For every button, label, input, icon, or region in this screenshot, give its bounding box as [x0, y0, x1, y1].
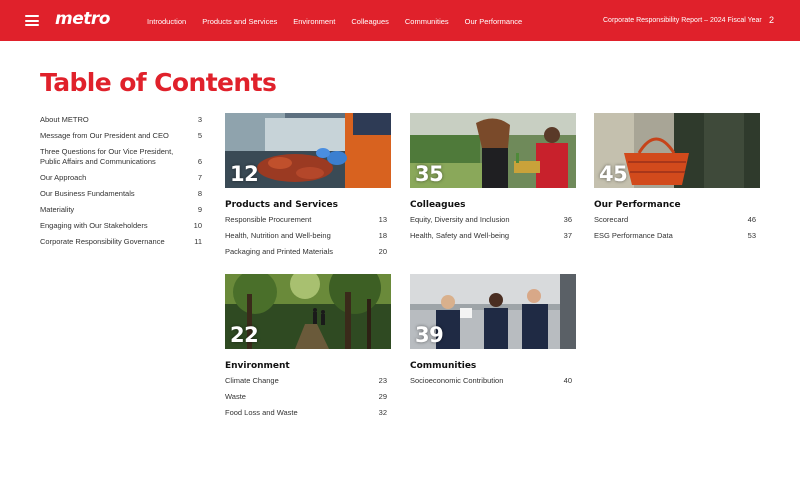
- nav-colleagues[interactable]: Colleagues: [351, 17, 389, 26]
- section-item-label: Health, Nutrition and Well-being: [225, 231, 331, 240]
- section-title[interactable]: Communities: [410, 361, 576, 371]
- section-communities: 39 Communities Socioeconomic Contributio…: [410, 274, 576, 392]
- toc-item-label: Message from Our President and CEO: [40, 131, 169, 140]
- section-item[interactable]: Waste 29: [225, 392, 391, 402]
- section-title[interactable]: Our Performance: [594, 200, 760, 210]
- section-item-label: Climate Change: [225, 376, 279, 385]
- section-item-list: Socioeconomic Contribution 40: [410, 376, 576, 386]
- hamburger-menu-icon[interactable]: [25, 15, 39, 26]
- section-photo-shopping-basket[interactable]: 45: [594, 113, 760, 188]
- section-item-label: ESG Performance Data: [594, 231, 673, 240]
- nav-products-and-services[interactable]: Products and Services: [202, 17, 277, 26]
- section-item[interactable]: Food Loss and Waste 32: [225, 408, 391, 418]
- section-page-number: 22: [230, 323, 259, 347]
- toc-item-label: Three Questions for Our Vice President, …: [40, 147, 174, 166]
- toc-item[interactable]: Our Business Fundamentals 8: [40, 189, 202, 199]
- section-item[interactable]: Health, Safety and Well-being 37: [410, 231, 576, 241]
- section-item-page: 20: [378, 247, 387, 256]
- toc-item-page: 3: [197, 115, 202, 124]
- section-item-label: Scorecard: [594, 215, 629, 224]
- toc-item[interactable]: Materiality 9: [40, 205, 202, 215]
- section-item-label: Equity, Diversity and Inclusion: [410, 215, 510, 224]
- section-photo-seafood[interactable]: 12: [225, 113, 391, 188]
- section-item-list: Climate Change 23 Waste 29 Food Loss and W…: [225, 376, 391, 418]
- section-item-list: Equity, Diversity and Inclusion 36 Health…: [410, 215, 576, 241]
- toc-item-page: 10: [193, 221, 202, 230]
- section-item-page: 53: [747, 231, 756, 240]
- section-item[interactable]: Responsible Procurement 13: [225, 215, 391, 225]
- section-title[interactable]: Products and Services: [225, 200, 391, 210]
- toc-item-label: Materiality: [40, 205, 75, 214]
- page-number: 2: [769, 15, 775, 25]
- section-item-list: Responsible Procurement 13 Health, Nutrit…: [225, 215, 391, 257]
- toc-item[interactable]: Three Questions for Our Vice President, …: [40, 147, 202, 167]
- section-page-number: 39: [415, 323, 444, 347]
- section-item-page: 32: [378, 408, 387, 417]
- section-page-number: 35: [415, 162, 444, 186]
- toc-item[interactable]: Message from Our President and CEO 5: [40, 131, 202, 141]
- toc-item-page: 9: [197, 205, 202, 214]
- section-page-number: 45: [599, 162, 628, 186]
- section-item-label: Packaging and Printed Materials: [225, 247, 333, 256]
- section-item-page: 18: [378, 231, 387, 240]
- section-item-page: 13: [378, 215, 387, 224]
- toc-item-page: 6: [197, 157, 202, 166]
- section-item-page: 40: [563, 376, 572, 385]
- metro-logo[interactable]: metro: [55, 9, 110, 29]
- toc-item-label: Our Business Fundamentals: [40, 189, 135, 198]
- section-item-label: Health, Safety and Well-being: [410, 231, 510, 240]
- section-photo-communities[interactable]: 39: [410, 274, 576, 349]
- section-photo-forest[interactable]: 22: [225, 274, 391, 349]
- page-title: Table of Contents: [40, 68, 277, 97]
- section-item[interactable]: Scorecard 46: [594, 215, 760, 225]
- section-item-label: Food Loss and Waste: [225, 408, 298, 417]
- section-item-label: Responsible Procurement: [225, 215, 312, 224]
- toc-item[interactable]: Engaging with Our Stakeholders 10: [40, 221, 202, 231]
- toc-item[interactable]: About METRO 3: [40, 115, 202, 125]
- toc-item-page: 7: [197, 173, 202, 182]
- toc-item-label: About METRO: [40, 115, 89, 124]
- top-bar: metro Introduction Products and Services…: [0, 0, 800, 41]
- section-item-page: 23: [378, 376, 387, 385]
- toc-item[interactable]: Our Approach 7: [40, 173, 202, 183]
- section-title[interactable]: Environment: [225, 361, 391, 371]
- section-page-number: 12: [230, 162, 259, 186]
- nav-environment[interactable]: Environment: [293, 17, 335, 26]
- toc-item-page: 5: [197, 131, 202, 140]
- toc-item-page: 11: [194, 237, 202, 246]
- section-our-performance: 45 Our Performance Scorecard 46 ESG Perfo…: [594, 113, 760, 247]
- report-title: Corporate Responsibility Report – 2024 F…: [603, 17, 762, 24]
- nav-introduction[interactable]: Introduction: [147, 17, 186, 26]
- section-item-list: Scorecard 46 ESG Performance Data 53: [594, 215, 760, 241]
- main-nav: Introduction Products and Services Envir…: [147, 17, 538, 26]
- section-item-label: Waste: [225, 392, 246, 401]
- section-item[interactable]: Socioeconomic Contribution 40: [410, 376, 576, 386]
- section-products-and-services: 12 Products and Services Responsible Pro…: [225, 113, 391, 263]
- toc-item-page: 8: [197, 189, 202, 198]
- toc-item-label: Engaging with Our Stakeholders: [40, 221, 148, 230]
- toc-item-label: Our Approach: [40, 173, 87, 182]
- section-item-page: 37: [563, 231, 572, 240]
- section-title[interactable]: Colleagues: [410, 200, 576, 210]
- section-item-page: 36: [563, 215, 572, 224]
- section-item-page: 29: [378, 392, 387, 401]
- section-item[interactable]: Packaging and Printed Materials 20: [225, 247, 391, 257]
- section-item[interactable]: Equity, Diversity and Inclusion 36: [410, 215, 576, 225]
- section-item[interactable]: Health, Nutrition and Well-being 18: [225, 231, 391, 241]
- nav-our-performance[interactable]: Our Performance: [465, 17, 523, 26]
- toc-item-label: Corporate Responsibility Governance: [40, 237, 165, 246]
- section-colleagues: 35 Colleagues Equity, Diversity and Incl…: [410, 113, 576, 247]
- section-photo-colleagues[interactable]: 35: [410, 113, 576, 188]
- section-item[interactable]: ESG Performance Data 53: [594, 231, 760, 241]
- section-environment: 22 Environment Climate Change 23 Waste 29 …: [225, 274, 391, 424]
- section-item[interactable]: Climate Change 23: [225, 376, 391, 386]
- section-item-label: Socioeconomic Contribution: [410, 376, 504, 385]
- nav-communities[interactable]: Communities: [405, 17, 449, 26]
- toc-item[interactable]: Corporate Responsibility Governance 11: [40, 237, 202, 247]
- toc-list: About METRO 3 Message from Our President …: [40, 115, 202, 253]
- section-item-page: 46: [747, 215, 756, 224]
